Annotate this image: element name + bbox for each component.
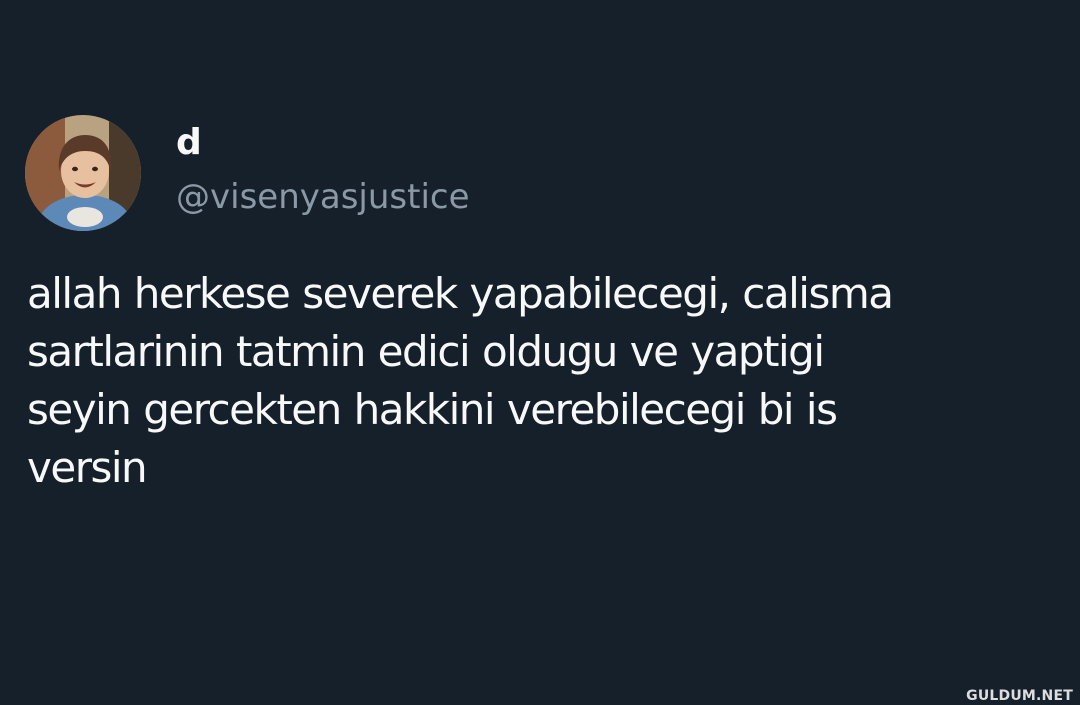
tweet-text-line: sartlarinin tatmin edici oldugu ve yapti…	[27, 327, 825, 376]
tweet-text-line: seyin gercekten hakkini verebilecegi bi …	[27, 385, 838, 434]
tweet-card: d @visenyasjustice allah herkese severek…	[0, 0, 1080, 705]
display-name[interactable]: d	[176, 119, 202, 167]
tweet-text-line: allah herkese severek yapabilecegi, cali…	[27, 269, 894, 318]
tweet-text-line: versin	[27, 443, 148, 492]
profile-photo-icon	[25, 115, 141, 231]
site-watermark: GULDUM.NET	[966, 688, 1073, 704]
tweet-text: allah herkese severek yapabilecegi, cali…	[27, 265, 1072, 497]
user-handle[interactable]: @visenyasjustice	[176, 175, 470, 219]
avatar[interactable]	[25, 115, 141, 231]
